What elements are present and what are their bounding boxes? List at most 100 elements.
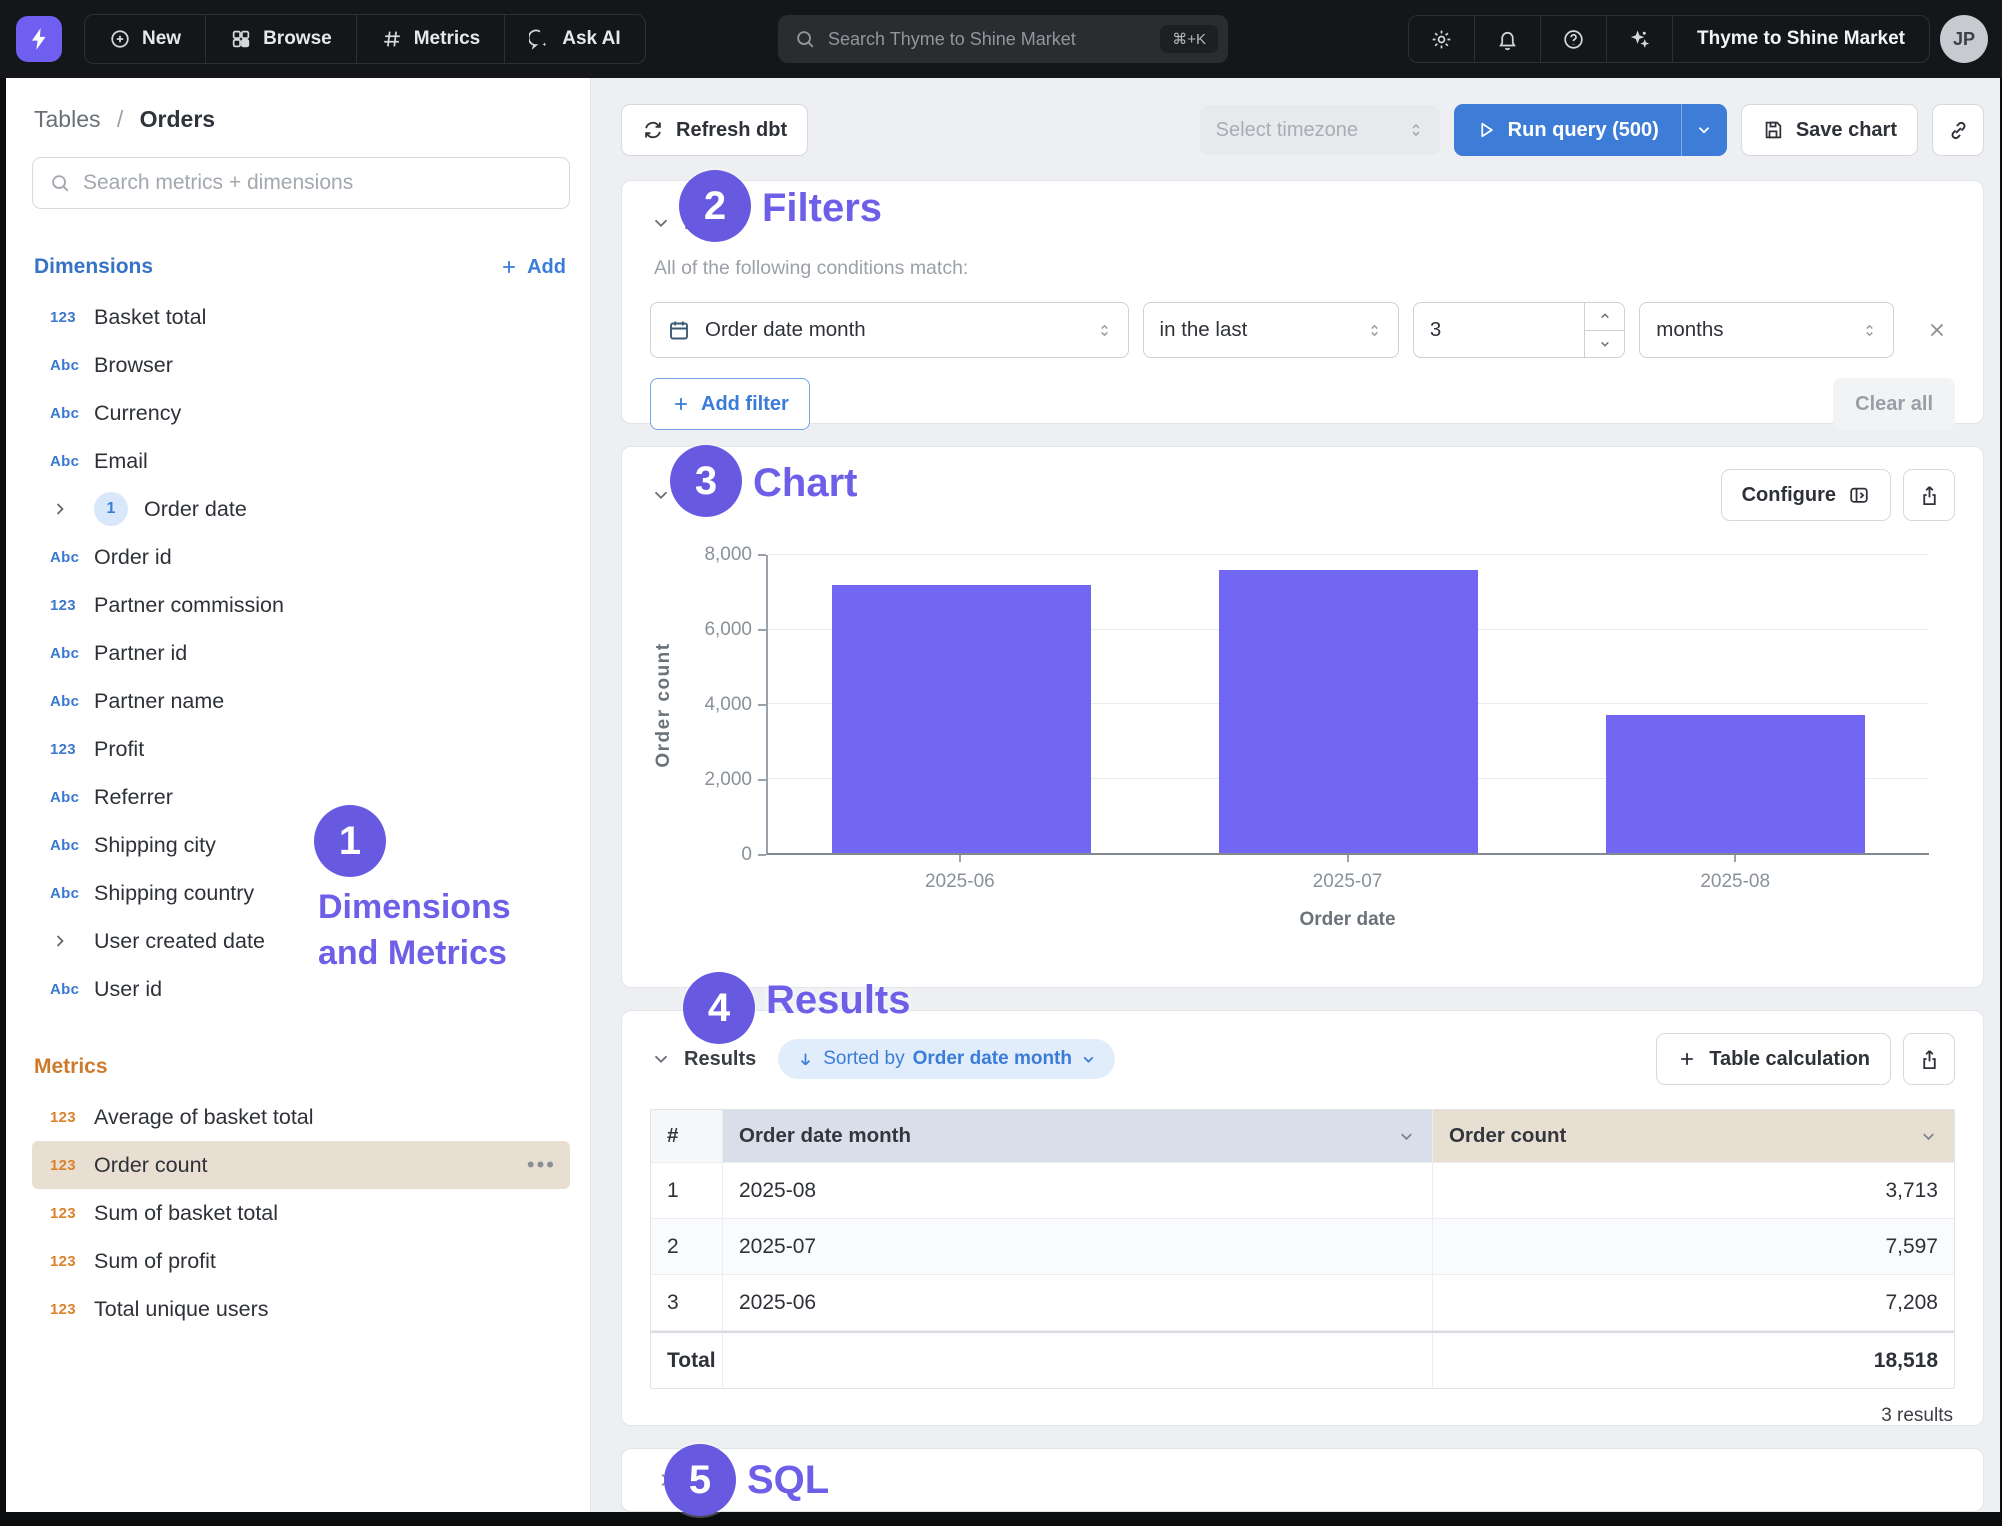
sidebar-item-sum-of-profit[interactable]: 123Sum of profit (32, 1237, 570, 1285)
add-dimension-button[interactable]: Add (499, 256, 566, 279)
notifications-button[interactable] (1475, 16, 1541, 62)
avatar[interactable]: JP (1940, 15, 1988, 63)
selected-count-badge: 1 (94, 492, 128, 526)
sidebar-item-shipping-city[interactable]: AbcShipping city (32, 821, 570, 869)
clear-all-button[interactable]: Clear all (1833, 378, 1955, 430)
configure-button[interactable]: Configure (1721, 469, 1891, 521)
table-calculation-label: Table calculation (1709, 1048, 1870, 1071)
ai-sparkles-button[interactable] (1607, 16, 1673, 62)
more-options-icon[interactable]: ••• (527, 1152, 556, 1178)
results-header-actions: Table calculation (1656, 1033, 1955, 1085)
order-count-cell[interactable]: 3,713 (1433, 1163, 1954, 1218)
export-chart-button[interactable] (1903, 469, 1955, 521)
filter-field-select[interactable]: Order date month (650, 302, 1129, 358)
select-chevrons-icon (1860, 321, 1879, 340)
chevron-down-icon (650, 212, 672, 234)
bar-slot-2025-06 (768, 555, 1155, 853)
chevron-right-icon[interactable] (50, 499, 94, 519)
fields-search-input[interactable] (83, 171, 553, 195)
x-tick-2025-06: 2025-06 (766, 855, 1154, 893)
annotation-circle-3: 3 (670, 445, 742, 517)
help-button[interactable] (1541, 16, 1607, 62)
filter-operator-select[interactable]: in the last (1143, 302, 1399, 358)
order-date-month-cell[interactable]: 2025-08 (723, 1163, 1433, 1218)
org-switcher[interactable]: Thyme to Shine Market (1673, 28, 1929, 50)
table-calculation-button[interactable]: Table calculation (1656, 1033, 1891, 1085)
fields-search[interactable] (32, 157, 570, 209)
save-chart-button[interactable]: Save chart (1741, 104, 1918, 156)
sorted-by-pill[interactable]: Sorted by Order date month (778, 1039, 1115, 1079)
settings-button[interactable] (1409, 16, 1475, 62)
collapse-filters-button[interactable] (646, 208, 676, 238)
stepper-down-button[interactable] (1585, 331, 1624, 358)
ask-ai-button[interactable]: Ask AI (505, 15, 644, 63)
y-tick-mark (758, 554, 766, 556)
play-icon (1476, 120, 1496, 140)
stepper-up-button[interactable] (1585, 303, 1624, 331)
chevron-right-icon[interactable] (50, 931, 94, 951)
sidebar-item-order-date[interactable]: 1Order date (32, 485, 570, 533)
sidebar-item-basket-total[interactable]: 123Basket total (32, 293, 570, 341)
bar-2025-06[interactable] (832, 585, 1091, 853)
y-tick-label: 2,000 (704, 769, 752, 791)
number-type-icon: 123 (50, 597, 94, 614)
sidebar-item-label: Shipping city (94, 833, 216, 858)
number-type-icon: 123 (50, 309, 94, 326)
search-icon (794, 28, 816, 50)
sidebar-item-average-of-basket-total[interactable]: 123Average of basket total (32, 1093, 570, 1141)
dimensions-title: Dimensions (34, 255, 153, 279)
breadcrumb-tables[interactable]: Tables (34, 106, 100, 132)
bell-icon (1496, 28, 1519, 51)
order-count-cell[interactable]: 7,597 (1433, 1219, 1954, 1274)
new-button[interactable]: New (85, 15, 206, 63)
chart-plot-area[interactable] (766, 555, 1929, 855)
filter-unit-select[interactable]: months (1639, 302, 1893, 358)
chevron-down-icon (1397, 1127, 1416, 1146)
bar-slot-2025-08 (1542, 555, 1929, 853)
order-date-month-cell[interactable]: 2025-06 (723, 1275, 1433, 1330)
order-date-month-cell[interactable]: 2025-07 (723, 1219, 1433, 1274)
sidebar-item-total-unique-users[interactable]: 123Total unique users (32, 1285, 570, 1333)
results-count: 3 results (646, 1405, 1955, 1427)
global-search[interactable]: Search Thyme to Shine Market ⌘+K (778, 15, 1228, 63)
column-header-order-date-month[interactable]: Order date month (723, 1110, 1433, 1162)
column-header-order-count[interactable]: Order count (1433, 1110, 1954, 1162)
column-header-label: Order count (1449, 1124, 1566, 1148)
sidebar-item-currency[interactable]: AbcCurrency (32, 389, 570, 437)
bar-series (768, 555, 1929, 853)
sidebar-item-partner-commission[interactable]: 123Partner commission (32, 581, 570, 629)
x-tick-mark (1734, 855, 1736, 862)
sidebar-item-email[interactable]: AbcEmail (32, 437, 570, 485)
refresh-dbt-button[interactable]: Refresh dbt (621, 104, 808, 156)
browse-button[interactable]: Browse (206, 15, 357, 63)
sidebar-item-order-count[interactable]: 123Order count••• (32, 1141, 570, 1189)
lightdash-logo[interactable] (16, 16, 62, 62)
bar-2025-07[interactable] (1219, 570, 1478, 853)
sidebar-item-order-id[interactable]: AbcOrder id (32, 533, 570, 581)
remove-filter-button[interactable] (1920, 312, 1955, 348)
number-type-icon: 123 (50, 1301, 94, 1318)
select-chevrons-icon (1406, 120, 1426, 140)
sidebar-item-partner-name[interactable]: AbcPartner name (32, 677, 570, 725)
bar-2025-08[interactable] (1606, 715, 1865, 853)
metrics-title: Metrics (34, 1055, 108, 1079)
order-count-cell[interactable]: 7,208 (1433, 1275, 1954, 1330)
metrics-button[interactable]: Metrics (357, 15, 506, 63)
export-results-button[interactable] (1903, 1033, 1955, 1085)
sidebar-item-label: Total unique users (94, 1297, 269, 1322)
timezone-select[interactable]: Select timezone (1200, 105, 1440, 155)
configure-label: Configure (1742, 484, 1836, 507)
sidebar-item-sum-of-basket-total[interactable]: 123Sum of basket total (32, 1189, 570, 1237)
collapse-results-button[interactable] (646, 1044, 676, 1074)
sidebar-item-profit[interactable]: 123Profit (32, 725, 570, 773)
x-tick-label: 2025-08 (1700, 871, 1770, 893)
run-query-button[interactable]: Run query (500) (1454, 104, 1681, 156)
add-filter-button[interactable]: Add filter (650, 378, 810, 430)
results-card-header: Results Sorted by Order date month Table… (646, 1033, 1955, 1085)
share-link-button[interactable] (1932, 104, 1984, 156)
filter-value-input[interactable]: 3 (1413, 302, 1625, 358)
sidebar-item-partner-id[interactable]: AbcPartner id (32, 629, 570, 677)
sidebar-item-referrer[interactable]: AbcReferrer (32, 773, 570, 821)
run-query-options-button[interactable] (1681, 104, 1727, 156)
sidebar-item-browser[interactable]: AbcBrowser (32, 341, 570, 389)
